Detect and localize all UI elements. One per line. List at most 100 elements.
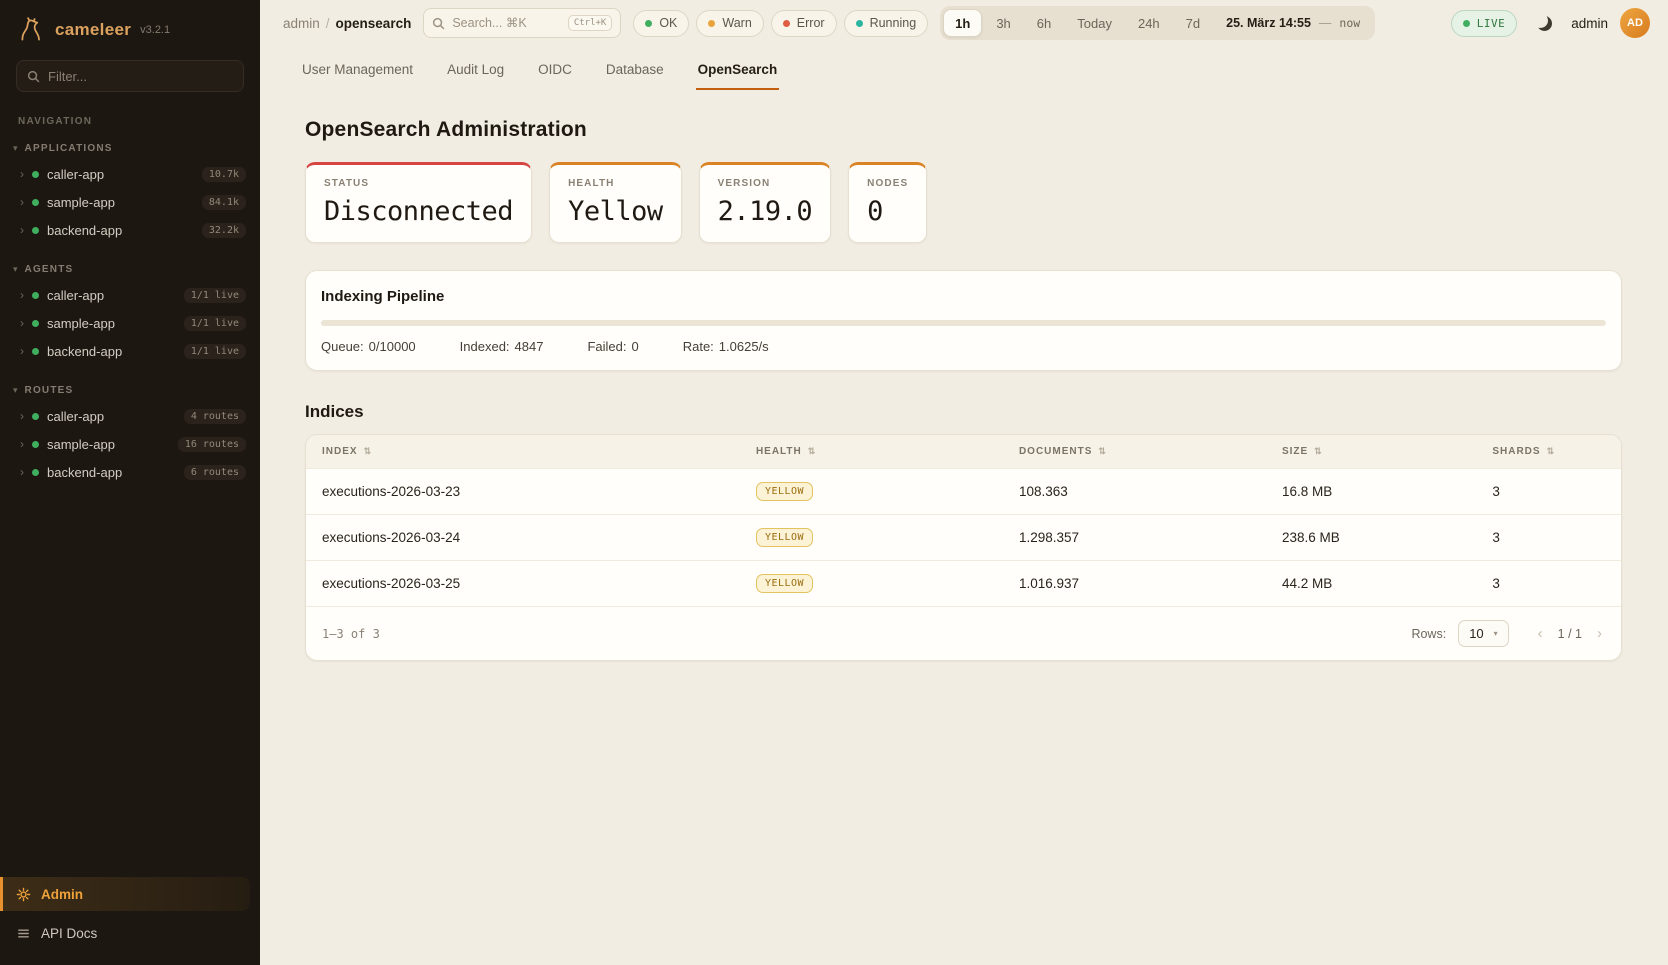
dark-mode-toggle[interactable] — [1529, 8, 1559, 38]
table-row[interactable]: executions-2026-03-24 YELLOW 1.298.357 2… — [306, 515, 1621, 561]
stat-value: Yellow — [568, 196, 663, 227]
cell-health: YELLOW — [740, 515, 1003, 561]
chevron-right-icon: › — [20, 196, 24, 208]
sidebar-item-sample-app[interactable]: › sample-app 84.1k — [0, 188, 260, 216]
section-header-routes[interactable]: ▾ ROUTES — [0, 375, 260, 402]
live-badge[interactable]: LIVE — [1451, 10, 1518, 37]
time-range-7d[interactable]: 7d — [1174, 9, 1212, 37]
table-header-row: INDEX⇅ HEALTH⇅ DOCUMENTS⇅ SIZE⇅ SHARDS⇅ — [306, 435, 1621, 469]
tab-audit-log[interactable]: Audit Log — [445, 52, 506, 90]
col-shards[interactable]: SHARDS⇅ — [1476, 435, 1621, 469]
table-row[interactable]: executions-2026-03-25 YELLOW 1.016.937 4… — [306, 561, 1621, 607]
sort-icon: ⇅ — [808, 446, 817, 456]
time-range-3h[interactable]: 3h — [984, 9, 1022, 37]
rows-label: Rows: — [1411, 627, 1446, 641]
tab-user-management[interactable]: User Management — [300, 52, 415, 90]
indices-table: INDEX⇅ HEALTH⇅ DOCUMENTS⇅ SIZE⇅ SHARDS⇅ … — [305, 434, 1622, 661]
section-label: ROUTES — [25, 385, 74, 396]
col-size[interactable]: SIZE⇅ — [1266, 435, 1476, 469]
status-dot — [32, 171, 39, 178]
status-dot — [32, 348, 39, 355]
cell-size: 44.2 MB — [1266, 561, 1476, 607]
avatar[interactable]: AD — [1620, 8, 1650, 38]
item-label: sample-app — [47, 316, 176, 331]
stat-card-status: STATUS Disconnected — [305, 162, 532, 243]
sidebar-item-backend-app-agent[interactable]: › backend-app 1/1 live — [0, 337, 260, 365]
col-health[interactable]: HEALTH ⇅ — [740, 435, 1003, 469]
filter-warn[interactable]: Warn — [696, 10, 763, 37]
col-label: INDEX — [322, 446, 358, 457]
sidebar-item-caller-app-routes[interactable]: › caller-app 4 routes — [0, 402, 260, 430]
stat-card-nodes: NODES 0 — [848, 162, 927, 243]
stat-label: STATUS — [324, 178, 513, 189]
filter-running[interactable]: Running — [844, 10, 929, 37]
breadcrumb-current: opensearch — [336, 16, 412, 31]
sidebar-item-sample-app-routes[interactable]: › sample-app 16 routes — [0, 430, 260, 458]
stats-row: STATUS Disconnected HEALTH Yellow VERSIO… — [305, 162, 1622, 243]
filter-ok[interactable]: OK — [633, 10, 689, 37]
date-from: 25. März 14:55 — [1226, 16, 1311, 30]
api-docs-label: API Docs — [41, 926, 97, 941]
time-range-today[interactable]: Today — [1065, 9, 1124, 37]
sidebar-item-caller-app[interactable]: › caller-app 10.7k — [0, 160, 260, 188]
sort-icon: ⇅ — [1098, 446, 1107, 456]
cell-health: YELLOW — [740, 469, 1003, 515]
rows-per-page-select[interactable]: 10 ▾ — [1458, 620, 1508, 647]
status-dot — [32, 441, 39, 448]
tab-database[interactable]: Database — [604, 52, 666, 90]
tab-opensearch[interactable]: OpenSearch — [696, 52, 780, 90]
section-header-agents[interactable]: ▾ AGENTS — [0, 254, 260, 281]
stat-figure: 4847 — [515, 339, 544, 354]
pipeline-stat-rate: Rate: 1.0625/s — [683, 339, 769, 354]
list-icon — [16, 926, 31, 941]
cell-shards: 3 — [1476, 561, 1621, 607]
row-range: 1–3 of 3 — [322, 627, 380, 641]
stat-card-version: VERSION 2.19.0 — [699, 162, 832, 243]
col-label: HEALTH — [756, 446, 802, 457]
cell-documents: 1.016.937 — [1003, 561, 1266, 607]
ok-dot — [645, 20, 652, 27]
sidebar-item-backend-app[interactable]: › backend-app 32.2k — [0, 216, 260, 244]
sidebar-item-sample-app-agent[interactable]: › sample-app 1/1 live — [0, 309, 260, 337]
stat-name: Queue: — [321, 339, 364, 354]
sidebar-item-api-docs[interactable]: API Docs — [0, 917, 250, 949]
stat-value: 2.19.0 — [718, 196, 813, 227]
sidebar-item-admin[interactable]: Admin — [0, 877, 250, 911]
section-header-applications[interactable]: ▾ APPLICATIONS — [0, 133, 260, 160]
col-index[interactable]: INDEX⇅ — [306, 435, 740, 469]
filter-error[interactable]: Error — [771, 10, 837, 37]
logo[interactable]: cameleer v3.2.1 — [0, 0, 260, 56]
sidebar-item-caller-app-agent[interactable]: › caller-app 1/1 live — [0, 281, 260, 309]
sidebar-filter[interactable] — [16, 60, 244, 92]
col-label: SIZE — [1282, 446, 1308, 457]
tab-oidc[interactable]: OIDC — [536, 52, 574, 90]
cell-health: YELLOW — [740, 561, 1003, 607]
col-documents[interactable]: DOCUMENTS⇅ — [1003, 435, 1266, 469]
sidebar-item-backend-app-routes[interactable]: › backend-app 6 routes — [0, 458, 260, 486]
filter-input[interactable] — [48, 69, 233, 84]
time-range-1h[interactable]: 1h — [943, 9, 982, 37]
date-range[interactable]: 25. März 14:55 — now — [1214, 16, 1372, 30]
item-label: backend-app — [47, 223, 194, 238]
time-range-24h[interactable]: 24h — [1126, 9, 1172, 37]
cell-index: executions-2026-03-24 — [306, 515, 740, 561]
table-row[interactable]: executions-2026-03-23 YELLOW 108.363 16.… — [306, 469, 1621, 515]
cell-shards: 3 — [1476, 469, 1621, 515]
next-page-button[interactable]: › — [1594, 625, 1605, 642]
rows-per-page-value: 10 — [1469, 626, 1483, 641]
chevron-right-icon: › — [20, 466, 24, 478]
search-input[interactable] — [452, 16, 560, 30]
page-indicator: 1 / 1 — [1558, 627, 1582, 641]
breadcrumb-parent[interactable]: admin — [283, 16, 320, 31]
table-footer: 1–3 of 3 Rows: 10 ▾ ‹ 1 / 1 › — [306, 606, 1621, 660]
time-range-6h[interactable]: 6h — [1025, 9, 1063, 37]
sort-icon: ⇅ — [1547, 446, 1556, 456]
chevron-right-icon: › — [20, 345, 24, 357]
live-label: LIVE — [1477, 17, 1506, 30]
prev-page-button[interactable]: ‹ — [1535, 625, 1546, 642]
item-badge: 84.1k — [202, 195, 246, 210]
gear-icon — [16, 887, 31, 902]
global-search[interactable]: Ctrl+K — [423, 8, 621, 38]
stat-figure: 1.0625/s — [719, 339, 769, 354]
topbar-right: LIVE admin AD — [1451, 8, 1650, 38]
